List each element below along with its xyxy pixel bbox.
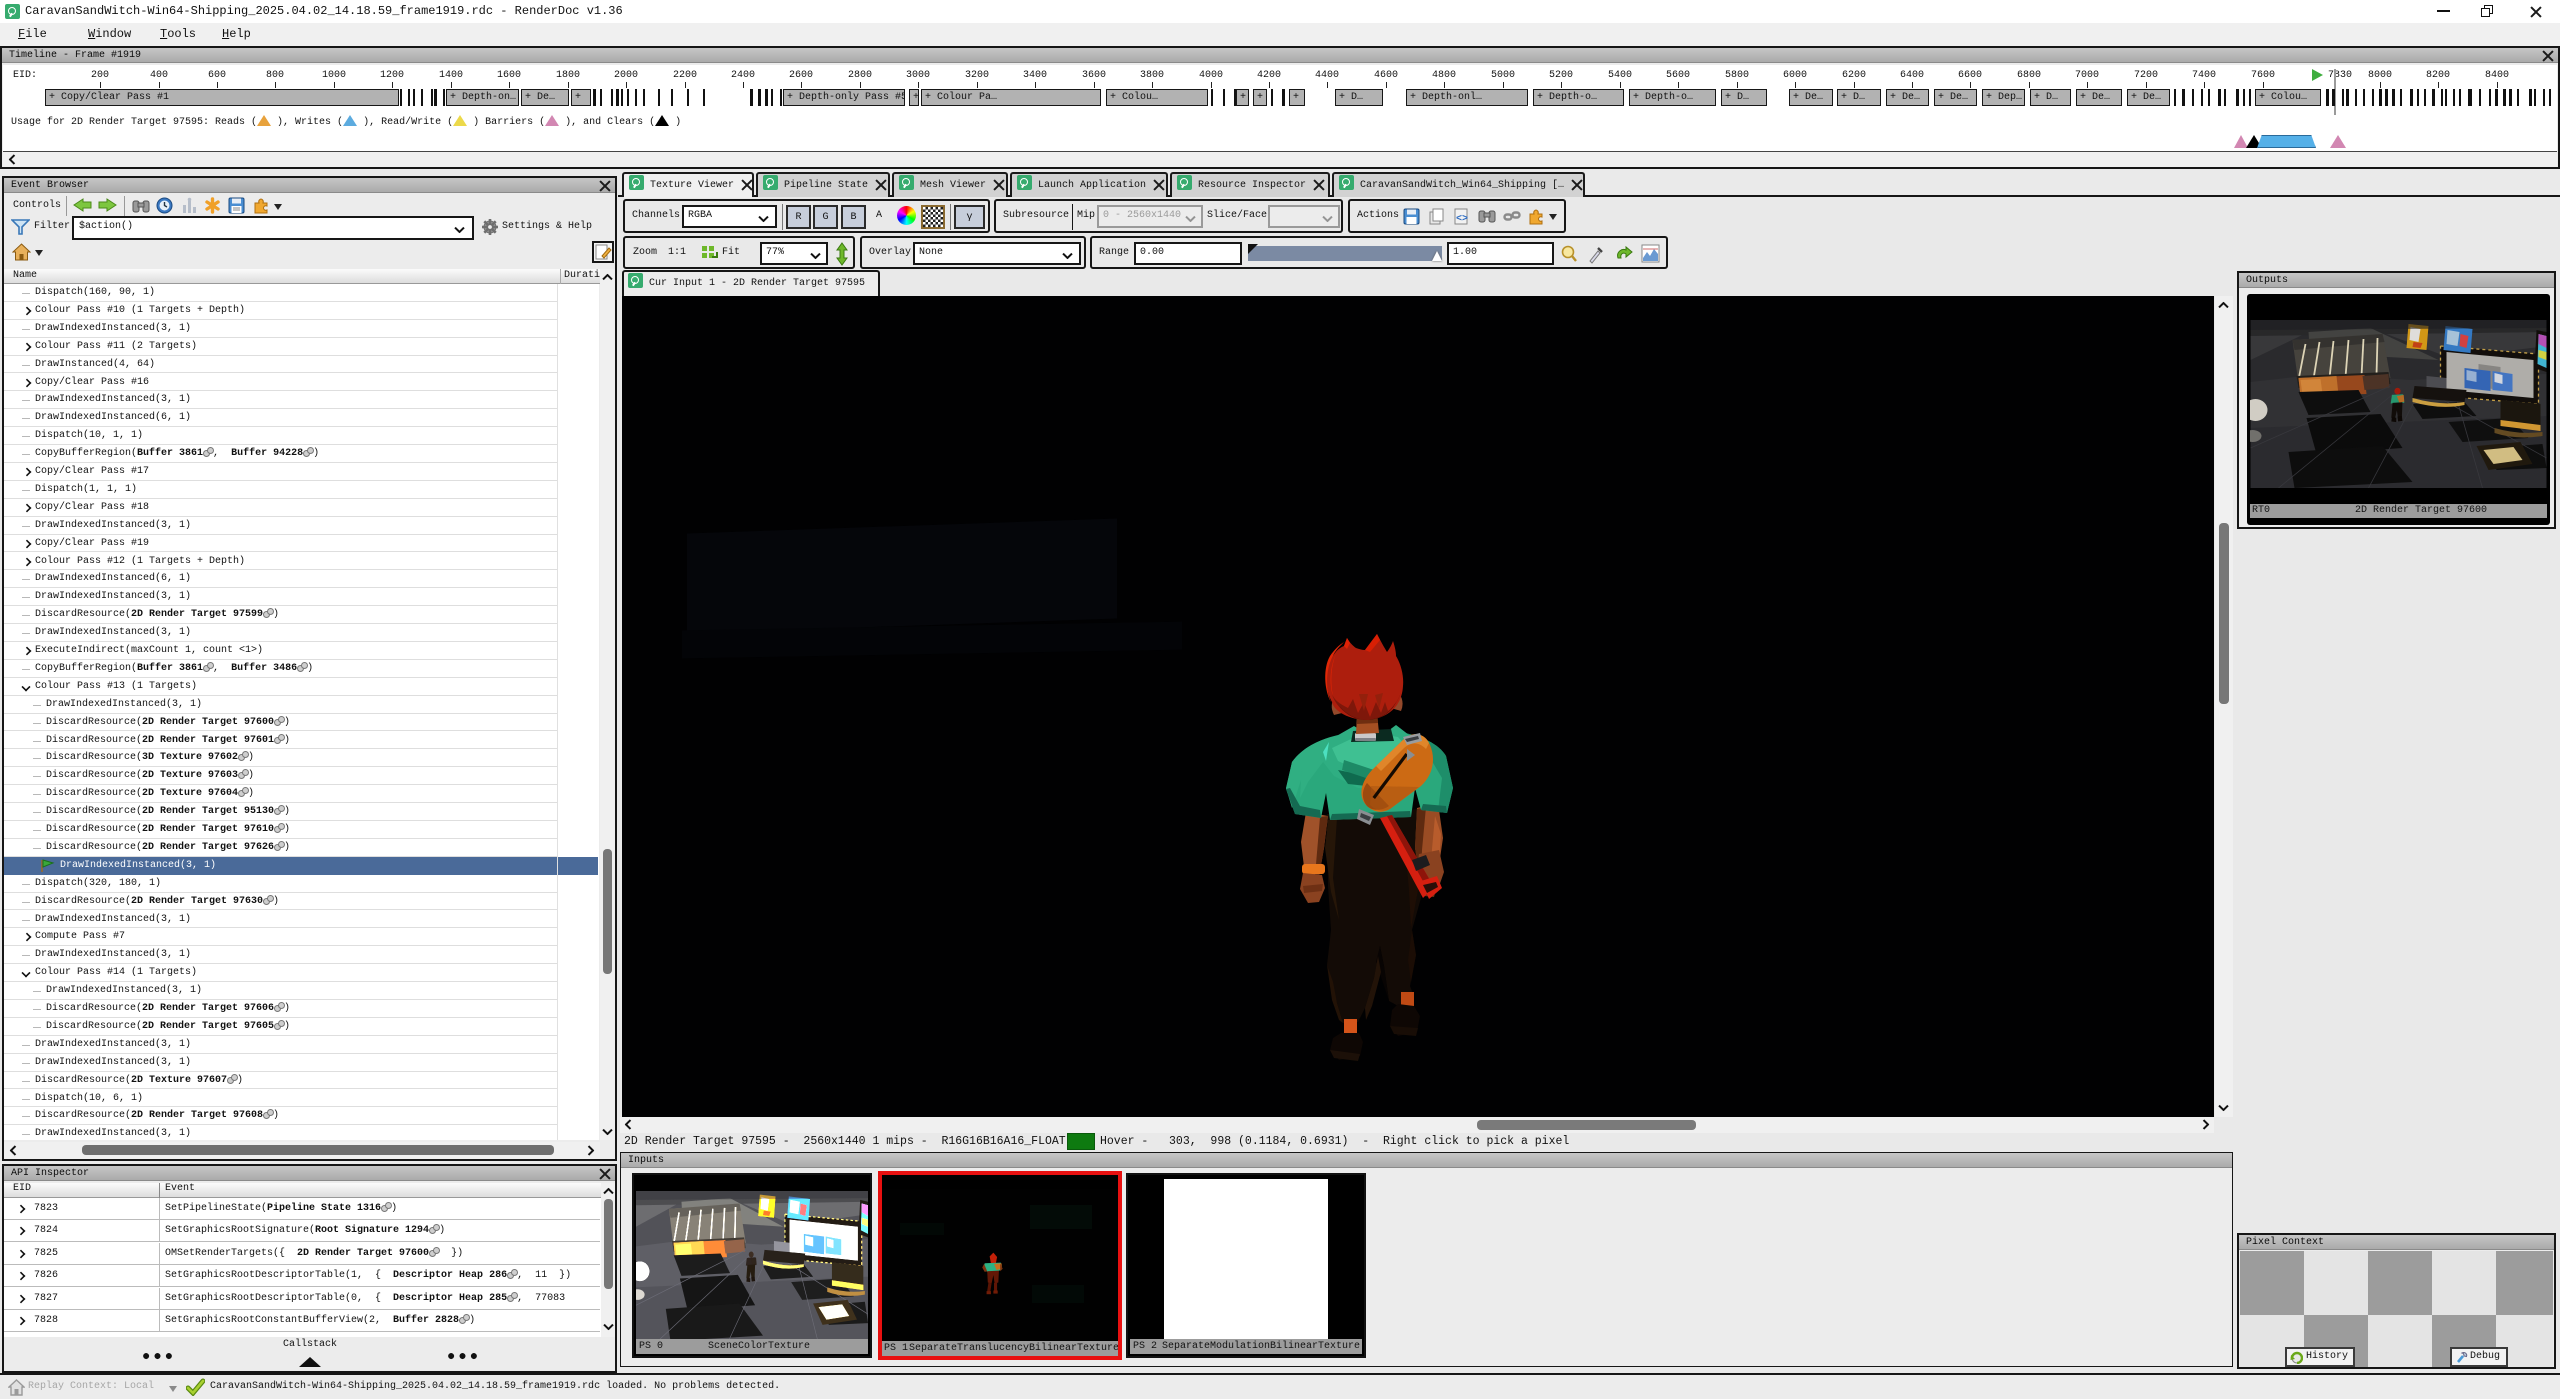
- svg-text:<>: <>: [1456, 214, 1468, 225]
